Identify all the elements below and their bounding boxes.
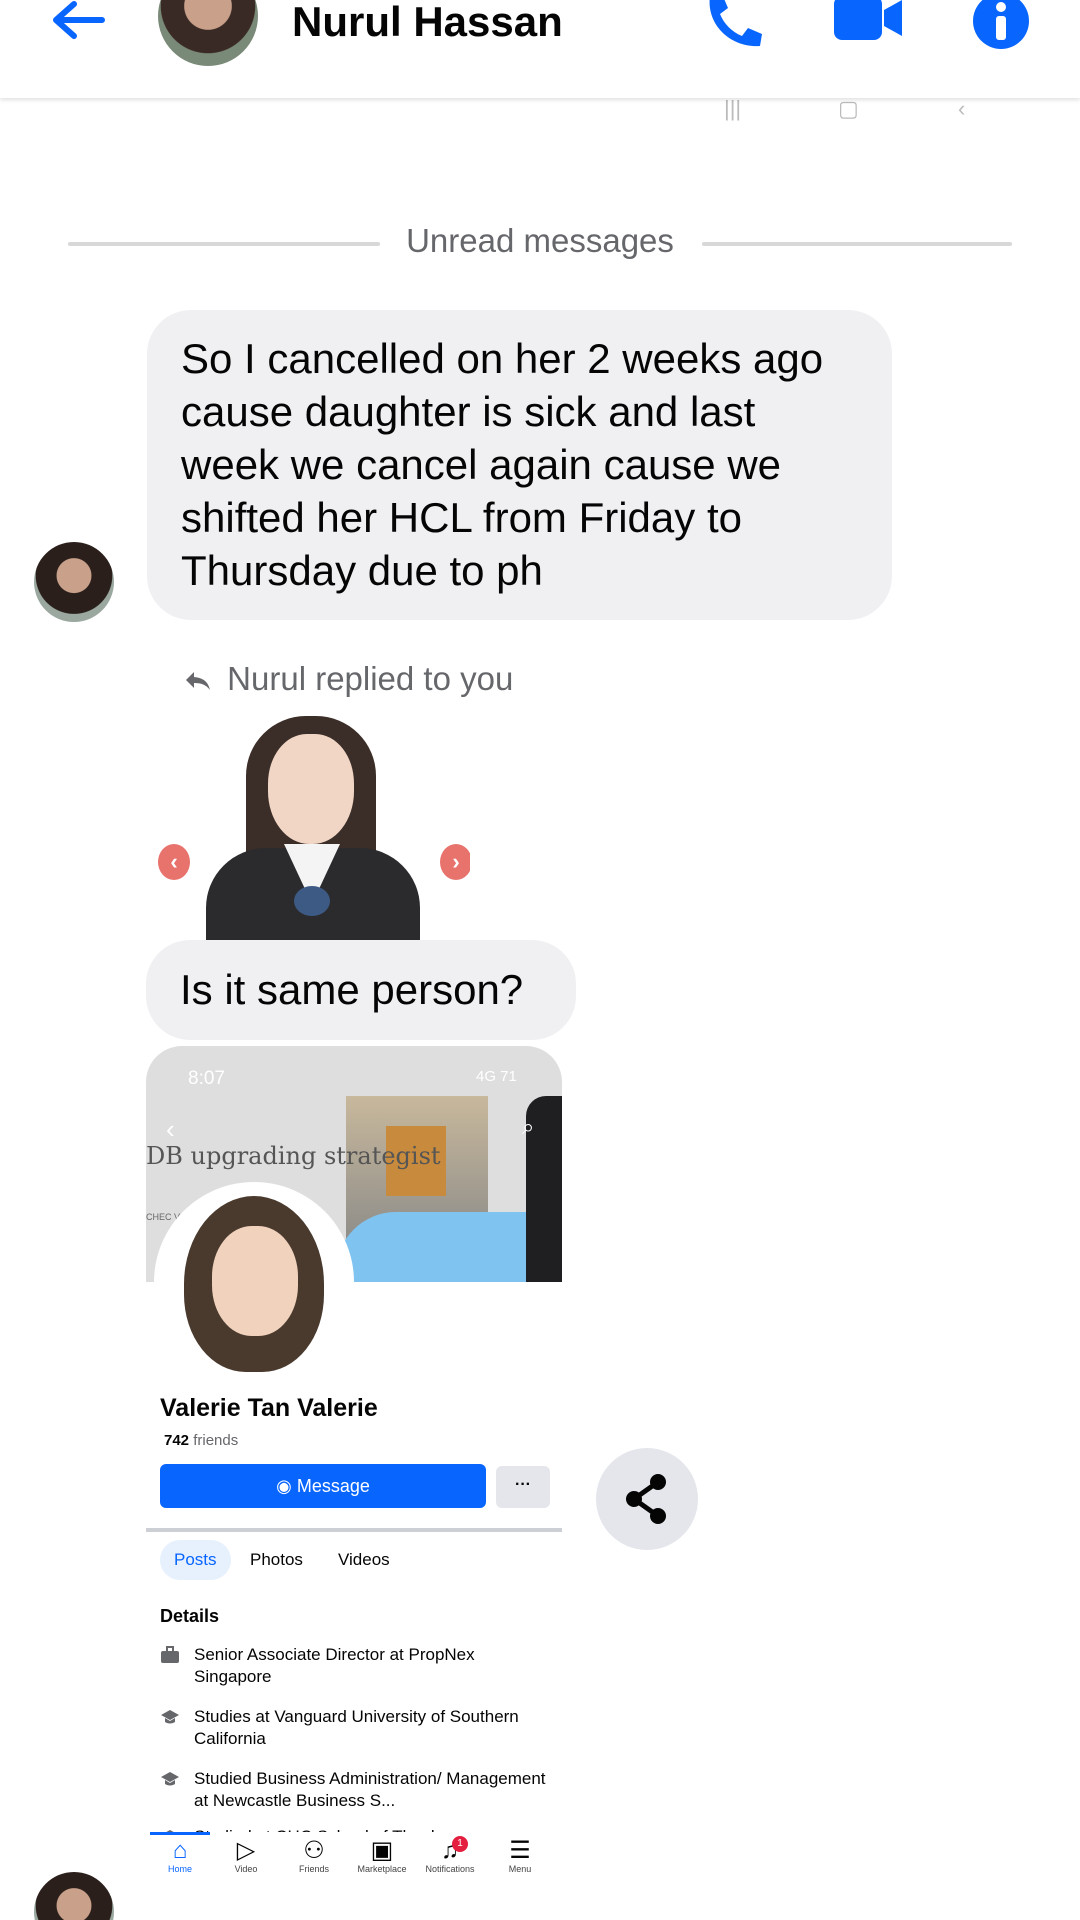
info-icon[interactable]	[972, 0, 1030, 50]
marketplace-icon: ▣	[370, 1837, 394, 1864]
nav-video: ▷ Video	[216, 1837, 276, 1875]
profile-picture	[154, 1182, 354, 1382]
chevron-left-icon: ‹	[166, 1114, 175, 1144]
share-button[interactable]	[596, 1448, 698, 1550]
tab-videos: Videos	[338, 1550, 390, 1569]
system-nav-overlay: ||| ▢ ‹	[0, 96, 1080, 121]
unread-divider: Unread messages	[68, 222, 1012, 262]
briefcase-icon	[161, 1646, 179, 1663]
graduation-cap-icon	[161, 1710, 179, 1724]
nav-menu: ☰ Menu	[490, 1837, 550, 1875]
nav-active-indicator	[150, 1832, 210, 1835]
status-time: 8:07	[188, 1068, 225, 1089]
sender-avatar[interactable]	[34, 1872, 114, 1920]
reply-indicator: Nurul replied to you	[184, 660, 513, 698]
recents-icon: |||	[724, 96, 742, 121]
home-icon: ▢	[838, 96, 859, 121]
profile-name: Valerie Tan Valerie	[160, 1394, 378, 1422]
bell-icon: ♫	[441, 1837, 459, 1864]
profile-separator	[146, 1528, 562, 1532]
reply-label: Nurul replied to you	[227, 660, 514, 697]
message-bubble[interactable]: Is it same person?	[146, 940, 576, 1040]
divider-line-right	[702, 242, 1012, 246]
nav-home: ⌂ Home	[150, 1837, 210, 1875]
chat-header: Nurul Hassan	[0, 0, 1080, 98]
contact-avatar[interactable]	[158, 0, 258, 66]
arrow-left-icon[interactable]	[46, 0, 110, 44]
video-camera-icon[interactable]	[832, 0, 904, 42]
contact-name[interactable]: Nurul Hassan	[292, 0, 563, 46]
photo-prev-icon[interactable]: ‹	[158, 844, 190, 880]
search-icon: ⌕	[522, 1114, 535, 1139]
notification-badge: 1	[452, 1836, 468, 1852]
tab-posts: Posts	[160, 1540, 231, 1580]
video-icon: ▷	[236, 1837, 256, 1864]
photo-next-icon[interactable]: ›	[440, 844, 470, 880]
nav-marketplace: ▣ Marketplace	[352, 1837, 412, 1875]
home-icon: ⌂	[172, 1837, 188, 1864]
shared-screenshot[interactable]: DB upgrading strategist CHEC VID 8:07 4G…	[146, 1046, 562, 1876]
friends-icon: ⚇	[303, 1837, 325, 1864]
profile-message-button: ◉ Message	[160, 1464, 486, 1508]
graduation-cap-icon	[161, 1772, 179, 1786]
menu-icon: ☰	[509, 1837, 531, 1864]
details-title: Details	[160, 1606, 220, 1626]
cover-text: DB upgrading strategist	[146, 1142, 441, 1170]
nav-notifications: ♫ 1 Notifications	[420, 1836, 480, 1874]
phone-icon[interactable]	[700, 0, 764, 48]
sender-avatar[interactable]	[34, 542, 114, 622]
fb-bottom-nav: ⌂ Home ▷ Video ⚇ Friends ▣ Marketplace ♫ 1 Not…	[146, 1832, 562, 1876]
back-nav-icon: ‹	[958, 96, 966, 121]
tab-photos: Photos	[250, 1550, 303, 1569]
replied-photo[interactable]: ‹ ›	[156, 716, 470, 940]
share-icon	[626, 1474, 666, 1524]
nav-friends: ⚇ Friends	[284, 1837, 344, 1875]
messenger-icon: ◉	[276, 1476, 292, 1496]
unread-label: Unread messages	[406, 222, 674, 259]
message-bubble[interactable]: So I cancelled on her 2 weeks ago cause …	[147, 310, 892, 620]
friends-count: 742 friends	[164, 1432, 239, 1449]
reply-arrow-icon	[186, 672, 210, 691]
status-signal: 4G 71	[476, 1068, 517, 1085]
profile-more-button: ···	[496, 1466, 550, 1508]
